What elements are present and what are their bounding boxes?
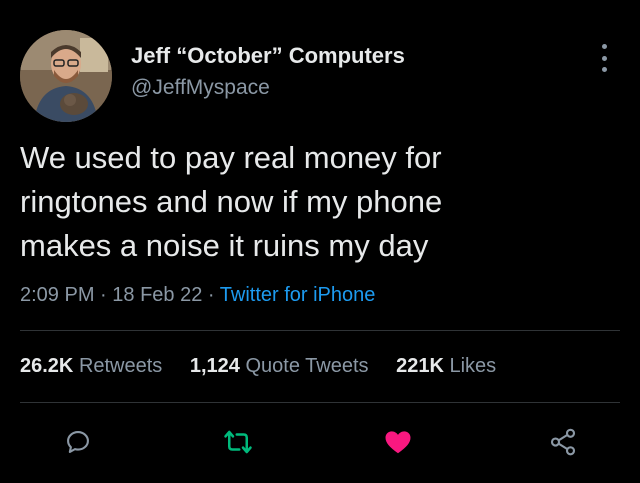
likes-label: Likes — [449, 355, 497, 377]
quotes-count: 1,124 — [189, 355, 240, 377]
heart-icon — [385, 431, 411, 454]
retweets-count: 26.2K — [20, 355, 74, 377]
tweet-stats: 26.2K Retweets 1,124 Quote Tweets 221K L… — [20, 355, 518, 378]
avatar[interactable] — [20, 30, 112, 122]
share-button[interactable] — [543, 422, 583, 462]
share-icon — [550, 428, 576, 456]
retweets-stat[interactable]: 26.2K Retweets — [20, 355, 162, 377]
retweet-icon — [224, 430, 252, 454]
tweet-text-line: We used to pay real money for — [20, 140, 442, 175]
more-options-icon[interactable] — [596, 44, 612, 72]
tweet-text: We used to pay real money for ringtones … — [20, 136, 620, 268]
tweet-card: Jeff “October” Computers @JeffMyspace We… — [0, 0, 640, 483]
tweet-header: Jeff “October” Computers @JeffMyspace — [20, 30, 620, 122]
divider — [20, 402, 620, 403]
retweet-button[interactable] — [218, 422, 258, 462]
more-dot — [601, 67, 607, 72]
meta-separator: · — [94, 284, 113, 306]
reply-icon — [67, 431, 89, 453]
quotes-label: Quote Tweets — [245, 355, 369, 377]
action-bar — [0, 422, 640, 462]
retweets-label: Retweets — [78, 355, 163, 377]
tweet-source[interactable]: Twitter for iPhone — [220, 284, 376, 306]
reply-button[interactable] — [58, 422, 98, 462]
tweet-text-line: makes a noise it ruins my day — [20, 228, 429, 263]
tweet-meta: 2:09 PM · 18 Feb 22 · Twitter for iPhone — [20, 284, 375, 307]
author-names: Jeff “October” Computers @JeffMyspace — [131, 42, 405, 102]
like-button[interactable] — [378, 422, 418, 462]
tweet-date[interactable]: 18 Feb 22 — [112, 284, 202, 306]
likes-stat[interactable]: 221K Likes — [396, 355, 496, 377]
tweet-text-line: ringtones and now if my phone — [20, 184, 443, 219]
quotes-stat[interactable]: 1,124 Quote Tweets — [190, 355, 369, 377]
more-dot — [601, 44, 607, 49]
divider — [20, 330, 620, 331]
meta-separator: · — [202, 284, 220, 306]
tweet-time[interactable]: 2:09 PM — [20, 284, 94, 306]
display-name[interactable]: Jeff “October” Computers — [131, 42, 405, 70]
user-handle[interactable]: @JeffMyspace — [131, 74, 405, 102]
likes-count: 221K — [396, 355, 444, 377]
more-dot — [601, 55, 607, 61]
